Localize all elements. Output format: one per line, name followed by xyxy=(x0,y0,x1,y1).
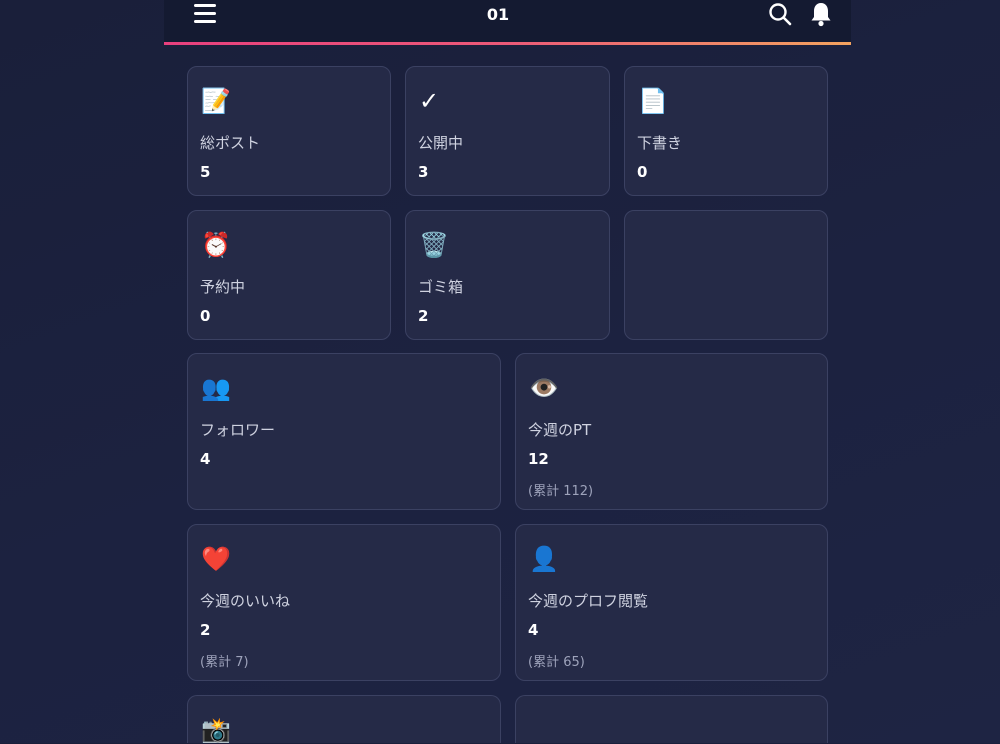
heart-icon: ❤️ xyxy=(201,545,231,573)
stat-total-prefix: (累計 xyxy=(528,655,564,670)
stat-label: フォロワー xyxy=(200,421,276,439)
stat-value: 4 xyxy=(528,621,539,639)
stat-card-trash[interactable]: 🗑️ ゴミ箱 2 xyxy=(405,210,610,340)
stat-label: 今週のPT xyxy=(528,421,592,439)
stat-value: 2 xyxy=(418,307,429,325)
alarm-clock-icon: ⏰ xyxy=(201,231,231,259)
stat-value: 5 xyxy=(200,163,211,181)
user-icon: 👤 xyxy=(529,545,559,573)
stat-label: 今週のいいね xyxy=(200,592,291,610)
stat-card-empty xyxy=(624,210,828,340)
stat-card-total-posts[interactable]: 📝 総ポスト 5 xyxy=(187,66,391,196)
stat-total-suffix: ) xyxy=(579,655,585,670)
search-icon[interactable] xyxy=(768,2,792,26)
stat-value: 0 xyxy=(200,307,211,325)
menu-icon-bar xyxy=(194,20,216,23)
top-bar-accent-line xyxy=(164,42,851,45)
stat-value: 4 xyxy=(200,450,211,468)
menu-icon-bar xyxy=(194,12,216,15)
stat-total-value: 7 xyxy=(235,655,244,670)
check-icon: ✓ xyxy=(419,87,440,115)
stat-total-prefix: (累計 xyxy=(200,655,236,670)
stat-card-followers[interactable]: 👥 フォロワー 4 xyxy=(187,353,501,510)
stat-card-weekly-profile-views[interactable]: 👤 今週のプロフ閲覧 4 (累計 65) xyxy=(515,524,828,681)
users-icon: 👥 xyxy=(201,374,231,402)
stat-label: 総ポスト xyxy=(200,134,261,152)
stat-card-scheduled[interactable]: ⏰ 予約中 0 xyxy=(187,210,391,340)
stat-label: 今週のプロフ閲覧 xyxy=(528,592,649,610)
stat-value: 0 xyxy=(637,163,648,181)
stat-label: 公開中 xyxy=(418,134,464,152)
eye-icon: 👁️ xyxy=(529,374,559,402)
stat-value: 2 xyxy=(200,621,211,639)
stat-value: 12 xyxy=(528,450,549,468)
stat-value: 3 xyxy=(418,163,429,181)
stat-total-value: 65 xyxy=(563,655,580,670)
stat-label: 予約中 xyxy=(200,278,246,296)
stat-label: 下書き xyxy=(637,134,683,152)
stat-total-suffix: ) xyxy=(243,655,249,670)
stat-card-photos[interactable]: 📸 xyxy=(187,695,501,744)
stat-total: (累計 7) xyxy=(200,651,249,670)
document-icon: 📄 xyxy=(638,87,668,115)
memo-icon: 📝 xyxy=(201,87,231,115)
trash-icon: 🗑️ xyxy=(419,231,449,259)
stat-total-value: 112 xyxy=(563,484,589,499)
camera-flash-icon: 📸 xyxy=(201,716,231,744)
stat-card-weekly-likes[interactable]: ❤️ 今週のいいね 2 (累計 7) xyxy=(187,524,501,681)
stat-card-weekly-pt[interactable]: 👁️ 今週のPT 12 (累計 112) xyxy=(515,353,828,510)
stat-card-drafts[interactable]: 📄 下書き 0 xyxy=(624,66,828,196)
stat-total-suffix: ) xyxy=(588,484,594,499)
stat-card-partial[interactable] xyxy=(515,695,828,743)
page-title: 01 xyxy=(486,5,510,24)
menu-icon[interactable] xyxy=(194,3,216,23)
menu-icon-bar xyxy=(194,4,216,7)
stat-total: (累計 65) xyxy=(528,651,585,670)
stat-label: ゴミ箱 xyxy=(418,278,464,296)
bell-icon[interactable] xyxy=(809,1,833,27)
stat-total-prefix: (累計 xyxy=(528,484,564,499)
stat-total: (累計 112) xyxy=(528,480,593,499)
stat-card-published[interactable]: ✓ 公開中 3 xyxy=(405,66,610,196)
